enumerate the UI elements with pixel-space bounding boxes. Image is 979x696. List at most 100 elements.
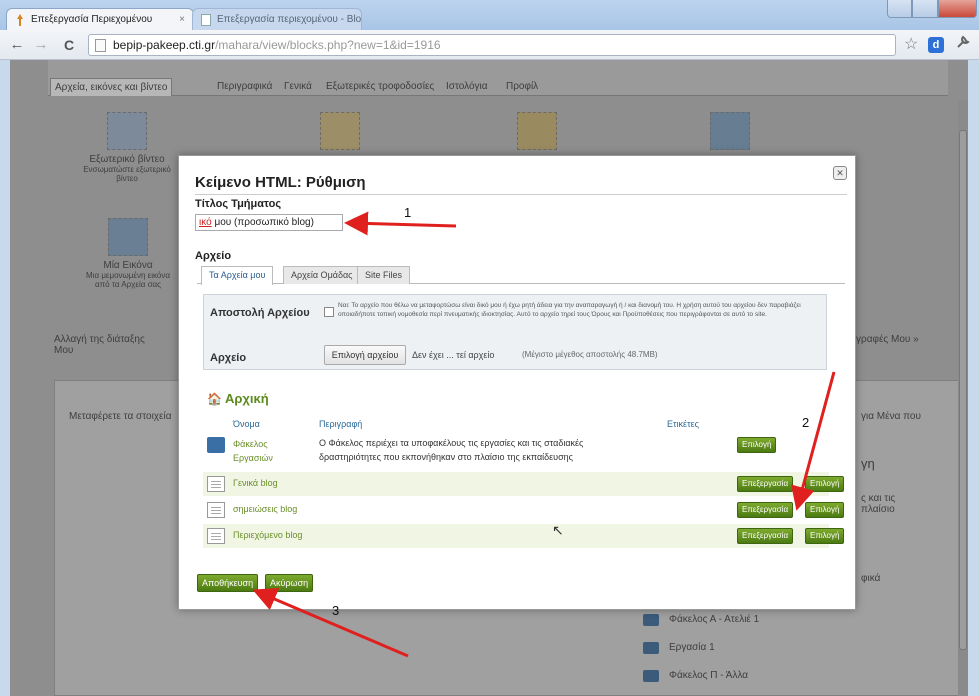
col-tags[interactable]: Ετικέτες [667, 419, 699, 429]
block-item[interactable]: Μία Εικόνα Μια μεμονωμένη εικόνα από τα … [78, 218, 178, 289]
table-row[interactable]: Φάκελος Εργασιών Ο Φάκελος περιέχει τα υπ… [203, 433, 829, 469]
block-title-input[interactable]: ικό μου (προσωπικό blog) [195, 214, 343, 231]
url-host: bepip-pakeep.cti.gr [113, 38, 216, 52]
cancel-button[interactable]: Ακύρωση [265, 574, 314, 592]
upload-label: Αποστολή Αρχείου [210, 307, 310, 319]
category-tab[interactable]: Εξωτερικές τροφοδοσίες [322, 78, 438, 96]
document-icon [207, 502, 225, 518]
choose-file-button[interactable]: Επιλογή αρχείου [324, 345, 406, 365]
edit-button[interactable]: Επεξεργασία [737, 528, 794, 544]
browser-tab-label: Επεξεργασία περιεχομένου - Blogger - Goo… [217, 14, 362, 25]
folder-icon [207, 437, 225, 453]
select-button[interactable]: Επιλογή [737, 437, 777, 453]
block-item[interactable] [700, 112, 760, 154]
save-button[interactable]: Αποθήκευση [197, 574, 259, 592]
select-button[interactable]: Επιλογή [805, 476, 845, 492]
row-name-line1: Φάκελος [233, 439, 268, 449]
folder-row[interactable]: Φάκελος Π - Άλλα [643, 665, 893, 687]
tab-site-files[interactable]: Site Files [357, 266, 411, 284]
row-name[interactable]: σημειώσεις blog [233, 504, 297, 514]
edit-button[interactable]: Επεξεργασία [737, 502, 794, 518]
maximize-button[interactable] [912, 0, 938, 18]
file-label: Αρχείο [210, 352, 247, 364]
select-button[interactable]: Επιλογή [805, 528, 845, 544]
tab-my-files[interactable]: Τα Αρχεία μου [201, 266, 274, 285]
block-item[interactable] [507, 112, 567, 154]
wrench-icon [957, 35, 970, 48]
folder-icon [643, 642, 659, 654]
drop-hint-right: για Μένα που [861, 411, 921, 422]
browser-tab-label: Επεξεργασία Περιεχομένου [31, 14, 153, 25]
home-breadcrumb[interactable]: 🏠 Αρχική [207, 391, 269, 406]
file-section-label: Αρχείο [195, 250, 232, 262]
annotation-number-2: 2 [802, 415, 810, 430]
address-bar[interactable]: bepip-pakeep.cti.gr/mahara/view/blocks.p… [88, 34, 896, 56]
right-panel-link[interactable]: φικά [861, 573, 880, 584]
folder-icon [643, 670, 659, 682]
browser-tab-bar: Επεξεργασία Περιεχομένου × Επεξεργασία π… [0, 0, 979, 30]
dialog-title: Κείμενο HTML: Ρύθμιση [195, 174, 366, 191]
row-name[interactable]: Περιεχόμενο blog [233, 530, 302, 540]
block-item[interactable]: Εξωτερικό βίντεο Ενσωματώστε εξωτερικό β… [82, 112, 172, 183]
page-scrollbar[interactable] [958, 100, 968, 696]
folder-row[interactable]: Φάκελος Α - Ατελιέ 1 [643, 609, 893, 631]
home-icon: 🏠 [207, 392, 222, 406]
copyright-checkbox[interactable] [324, 307, 334, 317]
bars-thumb-icon [517, 112, 557, 150]
col-description[interactable]: Περιγραφή [319, 419, 362, 429]
table-row[interactable]: Περιεχόμενο blog Επεξεργασία Επιλογή [203, 524, 845, 548]
bookmark-star-icon[interactable]: ☆ [904, 34, 918, 54]
scroll-thumb[interactable] [959, 130, 967, 650]
misspelled-text: ικό [199, 217, 212, 228]
row-name[interactable]: Φάκελος Εργασιών [233, 439, 273, 463]
minimize-button[interactable] [887, 0, 913, 18]
category-tab[interactable]: Προφίλ [502, 78, 542, 96]
col-name[interactable]: Όνομα [233, 419, 260, 429]
extension-icon[interactable]: d [928, 37, 944, 53]
tab-close-icon[interactable]: × [179, 9, 185, 30]
close-window-button[interactable] [937, 0, 977, 18]
block-config-dialog: Κείμενο HTML: Ρύθμιση ✕ Τίτλος Τμήματος … [178, 155, 856, 610]
block-sub: Ενσωματώστε εξωτερικό βίντεο [83, 165, 171, 183]
category-tab[interactable]: Ιστολόγια [442, 78, 492, 96]
forward-button[interactable]: → [30, 34, 52, 56]
annotation-number-1: 1 [404, 205, 412, 220]
edit-button[interactable]: Επεξεργασία [737, 476, 794, 492]
table-row[interactable]: Γενικά blog Επεξεργασία Επιλογή [203, 472, 845, 496]
video-thumb-icon [107, 112, 147, 150]
folder-label: Εργασία 1 [669, 642, 715, 653]
row-name[interactable]: Γενικά blog [233, 478, 278, 488]
chart-thumb-icon [320, 112, 360, 150]
file-source-tabs: Τα Αρχεία μου Αρχεία Ομάδας Site Files [197, 264, 845, 285]
browser-tab-inactive[interactable]: Επεξεργασία περιεχομένου - Blogger - Goo… [192, 8, 362, 30]
folder-row[interactable]: Εργασία 1 [643, 637, 893, 659]
no-file-text: Δεν έχει ... τεί αρχείο [412, 350, 495, 360]
tab-group-files[interactable]: Αρχεία Ομάδας [283, 266, 361, 284]
copyright-notice: Ναι: Το αρχείο που θέλω να μεταφορτώσω ε… [338, 302, 801, 318]
browser-toolbar: ← → C bepip-pakeep.cti.gr/mahara/view/bl… [0, 30, 979, 60]
browser-tab-active[interactable]: Επεξεργασία Περιεχομένου × [6, 8, 194, 30]
title-value: μου (προσωπικό blog) [211, 217, 314, 228]
layout-link[interactable]: Αλλαγή της διάταξης Μου [54, 334, 184, 356]
reload-button[interactable]: C [58, 34, 80, 56]
mouse-cursor-icon: ↖ [552, 522, 564, 538]
block-label: Εξωτερικό βίντεο [89, 154, 165, 165]
category-tab[interactable]: Περιγραφικά [213, 78, 276, 96]
block-category-tabs: Αρχεία, εικόνες και βίντεο Περιγραφικά Γ… [48, 60, 948, 96]
right-link[interactable]: γραφές Μου » [856, 334, 960, 345]
category-tab[interactable]: Γενικά [280, 78, 316, 96]
row-desc-line1: Ο Φάκελος περιέχει τα υποφακέλους τις ερ… [319, 438, 584, 448]
window-controls [887, 0, 977, 18]
page-favicon-icon [201, 14, 211, 26]
select-button[interactable]: Επιλογή [805, 502, 845, 518]
table-row[interactable]: σημειώσεις blog Επεξεργασία Επιλογή [203, 498, 845, 522]
close-icon[interactable]: ✕ [833, 166, 847, 180]
block-label: Μία Εικόνα [103, 260, 153, 271]
annotation-number-3: 3 [332, 603, 340, 618]
wrench-menu-icon[interactable] [956, 35, 970, 53]
back-button[interactable]: ← [6, 34, 28, 56]
category-tab[interactable]: Αρχεία, εικόνες και βίντεο [50, 78, 173, 96]
mahara-favicon-icon [17, 14, 23, 26]
block-item[interactable] [310, 112, 370, 154]
upload-panel: Αποστολή Αρχείου Ναι: Το αρχείο που θέλω… [203, 294, 827, 370]
